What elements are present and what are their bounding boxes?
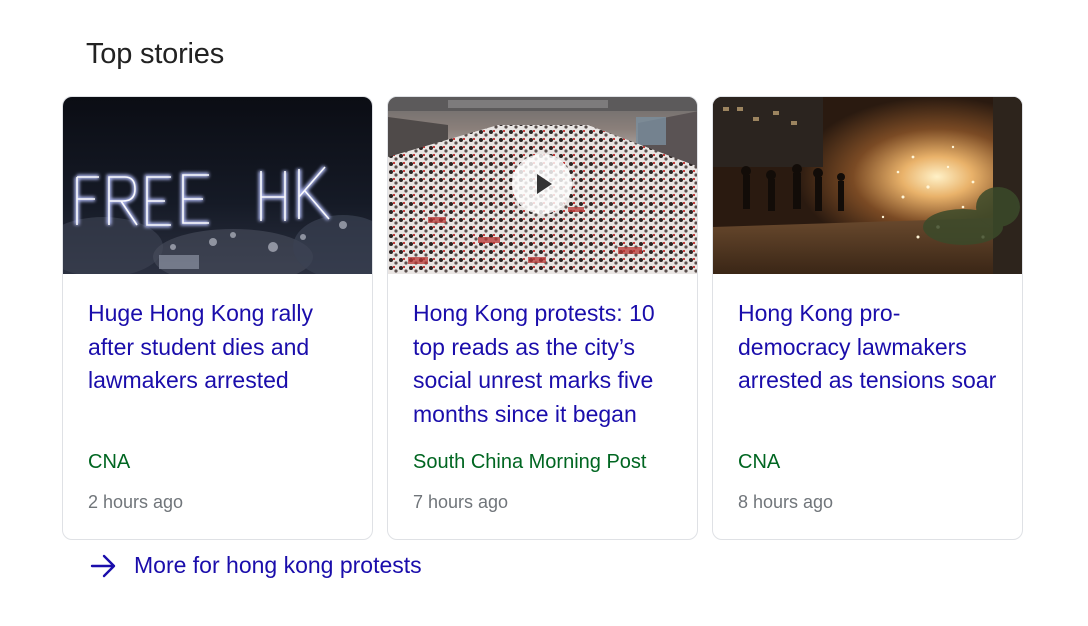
top-stories-carousel: Huge Hong Kong rally after student dies … bbox=[62, 96, 1023, 540]
story-headline[interactable]: Hong Kong protests: 10 top reads as the … bbox=[413, 297, 675, 431]
play-video-button[interactable] bbox=[511, 153, 572, 214]
free-hk-neon-sign-photo bbox=[63, 97, 372, 274]
story-source: South China Morning Post bbox=[413, 451, 647, 473]
story-card[interactable]: Huge Hong Kong rally after student dies … bbox=[62, 96, 373, 540]
story-source: CNA bbox=[738, 451, 781, 473]
play-icon bbox=[536, 173, 552, 194]
more-stories-label[interactable]: More for hong kong protests bbox=[134, 552, 422, 579]
story-thumbnail[interactable] bbox=[388, 97, 697, 274]
story-headline[interactable]: Huge Hong Kong rally after student dies … bbox=[88, 297, 350, 398]
story-time: 7 hours ago bbox=[413, 492, 509, 512]
story-card[interactable]: Hong Kong pro-democracy lawmakers arrest… bbox=[712, 96, 1023, 540]
more-stories-link[interactable]: More for hong kong protests bbox=[90, 552, 422, 579]
street-sparks-photo bbox=[713, 97, 1022, 274]
section-title: Top stories bbox=[86, 38, 225, 70]
story-headline[interactable]: Hong Kong pro-democracy lawmakers arrest… bbox=[738, 297, 1000, 398]
story-time: 2 hours ago bbox=[88, 492, 184, 512]
story-thumbnail[interactable] bbox=[713, 97, 1022, 274]
story-time: 8 hours ago bbox=[738, 492, 834, 512]
story-thumbnail[interactable] bbox=[63, 97, 372, 274]
story-source: CNA bbox=[88, 451, 131, 473]
story-card[interactable]: Hong Kong protests: 10 top reads as the … bbox=[387, 96, 698, 540]
arrow-right-icon bbox=[90, 554, 116, 577]
